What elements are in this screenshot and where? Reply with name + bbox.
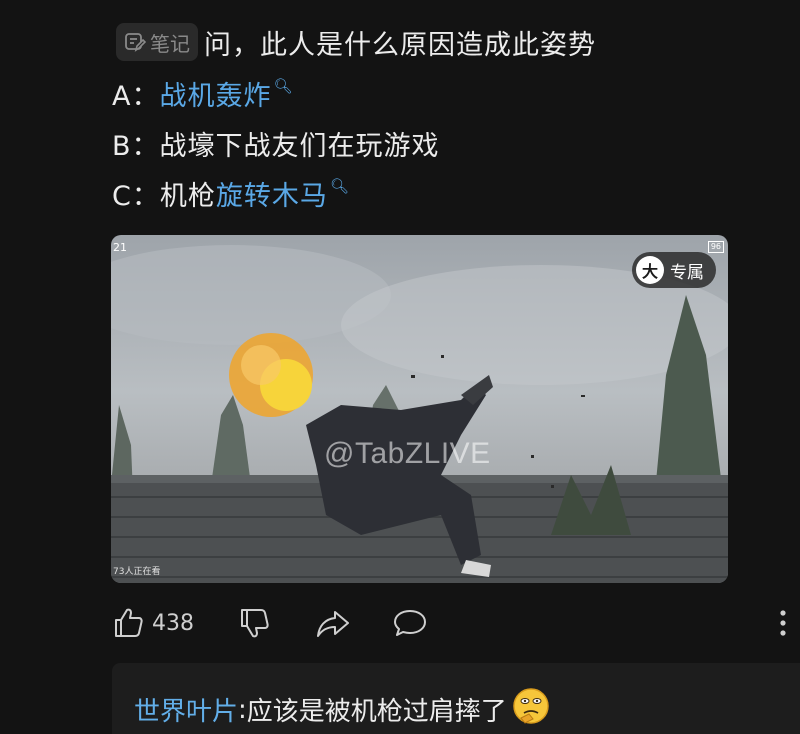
viewer-count: 73人正在看 bbox=[113, 567, 161, 577]
search-icon[interactable]: 🔍︎ bbox=[330, 177, 350, 195]
note-icon bbox=[125, 33, 146, 52]
option-prefix: C： bbox=[112, 181, 160, 212]
video-watermark: @TabZLIVE bbox=[324, 437, 491, 470]
video-player[interactable]: 21 96 大 专属 @TabZLIVE 73人正在看 bbox=[111, 235, 728, 583]
video-corner-badge: 96 bbox=[707, 241, 724, 253]
like-button[interactable]: 438 bbox=[112, 603, 194, 643]
option-prefix: B： bbox=[112, 131, 160, 162]
thinking-face-emoji-icon bbox=[511, 686, 551, 733]
note-tag-label: 笔记 bbox=[150, 31, 190, 56]
note-tag[interactable]: 笔记 bbox=[116, 23, 198, 61]
comment-separator: : bbox=[238, 694, 247, 725]
like-count: 438 bbox=[152, 610, 194, 636]
action-bar: 438 bbox=[112, 603, 800, 643]
comment-author[interactable]: 世界叶片 bbox=[134, 691, 238, 728]
exclusive-badge[interactable]: 大 专属 bbox=[632, 252, 716, 288]
option-b: B： 战壕下战友们在玩游戏 bbox=[112, 124, 440, 163]
more-options-button[interactable] bbox=[777, 603, 789, 643]
video-frame bbox=[111, 245, 728, 583]
comment-line: 世界叶片 : 应该是被机枪过肩摔了 bbox=[134, 686, 551, 733]
share-button[interactable] bbox=[315, 603, 351, 643]
comment-text: 应该是被机枪过肩摔了 bbox=[246, 697, 507, 727]
video-timestamp: 21 bbox=[113, 241, 127, 254]
thumbs-up-icon bbox=[115, 608, 143, 637]
post-page: 笔记 问，此人是什么原因造成此姿势 A： 战机轰炸 🔍︎ B： 战壕下战友们在玩… bbox=[0, 0, 800, 734]
option-text: 战壕下战友们在玩游戏 bbox=[159, 131, 440, 162]
exclusive-icon: 大 bbox=[636, 256, 664, 284]
option-link[interactable]: 战机轰炸 bbox=[159, 74, 271, 113]
comment-button[interactable] bbox=[392, 603, 428, 643]
comment-icon bbox=[394, 610, 426, 636]
comment-preview[interactable]: 世界叶片 : 应该是被机枪过肩摔了 bbox=[112, 663, 800, 734]
option-text: 机枪 bbox=[159, 181, 216, 212]
option-prefix: A： bbox=[112, 81, 160, 112]
more-vertical-icon bbox=[780, 610, 786, 636]
share-icon bbox=[317, 611, 349, 637]
question-line: 笔记 问，此人是什么原因造成此姿势 bbox=[116, 20, 596, 64]
option-link[interactable]: 旋转木马 bbox=[216, 174, 328, 213]
option-a: A： 战机轰炸 🔍︎ bbox=[112, 74, 294, 113]
question-text: 问，此人是什么原因造成此姿势 bbox=[204, 29, 596, 61]
option-c: C： 机枪 旋转木马 🔍︎ bbox=[112, 174, 350, 213]
thumbs-down-icon bbox=[241, 609, 269, 638]
search-icon[interactable]: 🔍︎ bbox=[273, 77, 293, 95]
exclusive-label: 专属 bbox=[670, 262, 704, 283]
dislike-button[interactable] bbox=[238, 603, 272, 643]
